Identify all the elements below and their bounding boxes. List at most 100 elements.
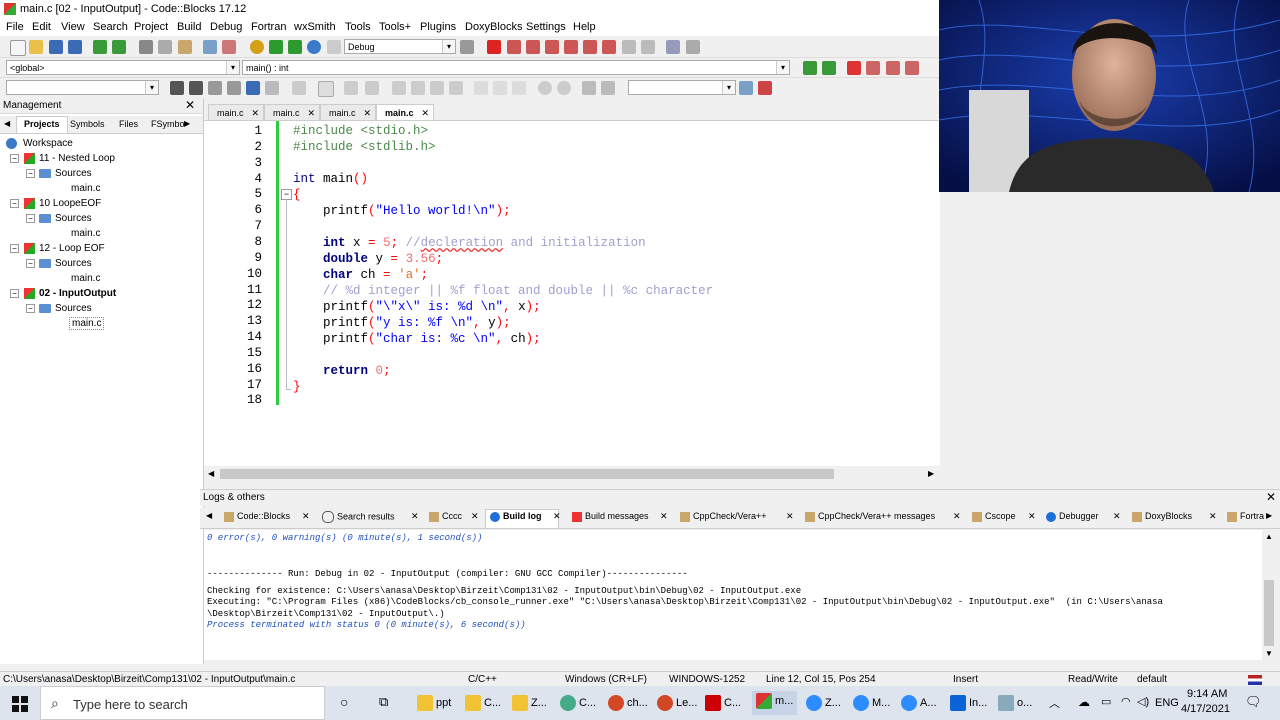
save-all-icon[interactable] — [68, 40, 82, 54]
arrow-left-icon[interactable] — [170, 81, 184, 95]
build-target-select[interactable]: Debug ▾ — [344, 39, 456, 54]
nassi-5-icon[interactable] — [474, 81, 488, 95]
tree-folder[interactable]: Sources — [55, 168, 92, 179]
close-icon[interactable]: ✕ — [185, 98, 195, 112]
tab-scroll-left-icon[interactable]: ◀ — [4, 119, 10, 128]
tree-collapse-icon[interactable]: − — [10, 199, 19, 208]
menu-doxyblocks[interactable]: DoxyBlocks — [465, 21, 522, 33]
close-icon[interactable]: ✕ — [953, 511, 961, 522]
editor-tab[interactable]: main.c ✕ — [208, 104, 264, 120]
taskbar-app[interactable]: o... — [998, 695, 1032, 711]
log-tab[interactable]: Build messages — [572, 511, 649, 522]
tree-project[interactable]: 10 LoopeEOF — [39, 198, 101, 209]
taskbar-app-explorer[interactable]: ppt — [417, 695, 451, 711]
debug-start-icon[interactable] — [487, 40, 501, 54]
language-indicator[interactable]: ENG — [1155, 697, 1179, 709]
close-icon[interactable]: ✕ — [786, 511, 794, 522]
tab-scroll-right-icon[interactable]: ▶ — [184, 119, 190, 128]
zoom-out-icon[interactable] — [557, 81, 571, 95]
cut-icon[interactable] — [139, 40, 153, 54]
build-gear-icon[interactable] — [250, 40, 264, 54]
abort-icon[interactable] — [327, 40, 341, 54]
log-tab[interactable]: CppCheck/Vera++ messages — [805, 511, 935, 522]
taskbar-app[interactable]: Z... — [512, 695, 547, 711]
log-tab[interactable]: Fortra — [1227, 511, 1264, 522]
replace-icon[interactable] — [222, 40, 236, 54]
next-instruction-icon[interactable] — [583, 40, 597, 54]
tree-file-selected[interactable]: main.c — [69, 317, 105, 330]
undo-icon[interactable] — [93, 40, 107, 54]
prev-bookmark-icon[interactable] — [866, 61, 880, 75]
tree-file[interactable]: main.c — [71, 273, 100, 284]
tab-fsymbols[interactable]: FSymbo — [151, 119, 185, 129]
clock-date[interactable]: 4/17/2021 — [1181, 703, 1230, 715]
next-line-icon[interactable] — [526, 40, 540, 54]
editor-tab[interactable]: main.c ✕ — [264, 104, 320, 120]
tree-collapse-icon[interactable]: − — [10, 244, 19, 253]
tree-collapse-icon[interactable]: − — [26, 259, 35, 268]
tree-collapse-icon[interactable]: − — [10, 289, 19, 298]
copy-icon[interactable] — [158, 40, 172, 54]
regex-icon[interactable] — [265, 81, 279, 95]
close-icon[interactable]: ✕ — [471, 511, 479, 522]
log-tab[interactable]: Cscope — [972, 511, 1016, 522]
various-info-icon[interactable] — [686, 40, 700, 54]
nassi-6-icon[interactable] — [493, 81, 507, 95]
close-icon[interactable]: ✕ — [363, 105, 371, 121]
nassi-2-icon[interactable] — [411, 81, 425, 95]
log-vertical-scrollbar[interactable]: ▲ ▼ — [1262, 530, 1276, 660]
taskbar-app-codeblocks-active[interactable]: m... — [752, 691, 798, 715]
pause-icon[interactable] — [622, 40, 636, 54]
zoom-in-icon[interactable] — [538, 81, 552, 95]
menu-view[interactable]: View — [61, 21, 85, 33]
taskbar-app-outlook[interactable]: In... — [950, 695, 987, 711]
nassi-1-icon[interactable] — [392, 81, 406, 95]
save-icon[interactable] — [49, 40, 63, 54]
close-icon[interactable]: ✕ — [251, 105, 259, 121]
stop-icon[interactable] — [641, 40, 655, 54]
battery-icon[interactable]: ▭ — [1101, 695, 1111, 708]
debug-windows-icon[interactable] — [666, 40, 680, 54]
scrollbar-thumb[interactable] — [220, 469, 834, 479]
close-icon[interactable]: ✕ — [1028, 511, 1036, 522]
taskbar-app-zoom[interactable]: M... — [853, 695, 890, 711]
tab-projects[interactable]: Projects — [24, 119, 60, 129]
nassi-4-icon[interactable] — [449, 81, 463, 95]
jump-forward-icon[interactable] — [822, 61, 836, 75]
redo-icon[interactable] — [112, 40, 126, 54]
match-case-icon[interactable] — [246, 81, 260, 95]
menu-file[interactable]: File — [6, 21, 24, 33]
editor-tab-active[interactable]: main.c ✕ — [376, 104, 434, 120]
find-prev-icon[interactable] — [208, 81, 222, 95]
nassi-7-icon[interactable] — [512, 81, 526, 95]
tree-project[interactable]: 12 - Loop EOF — [39, 243, 105, 254]
tab-scroll-left-icon[interactable]: ◀ — [206, 511, 212, 520]
s-icon[interactable] — [582, 81, 596, 95]
log-tab[interactable]: CppCheck/Vera++ — [680, 511, 767, 522]
menu-settings[interactable]: Settings — [526, 21, 566, 33]
tree-collapse-icon[interactable]: − — [26, 214, 35, 223]
close-icon[interactable]: ✕ — [553, 511, 561, 522]
windows-start-icon[interactable] — [12, 696, 28, 712]
tree-file[interactable]: main.c — [71, 183, 100, 194]
tree-collapse-icon[interactable]: − — [10, 154, 19, 163]
menu-fortran[interactable]: Fortran — [251, 21, 286, 33]
close-icon[interactable]: ✕ — [411, 511, 419, 522]
log-tab[interactable]: Search results — [322, 511, 395, 523]
build-log-output[interactable]: 0 error(s), 0 warning(s) (0 minute(s), 1… — [204, 530, 1264, 660]
build-and-run-icon[interactable] — [288, 40, 302, 54]
cortana-icon[interactable]: ○ — [340, 694, 348, 710]
close-icon[interactable]: ✕ — [1209, 511, 1217, 522]
jump-back-icon[interactable] — [803, 61, 817, 75]
scroll-left-icon[interactable]: ◀ — [208, 469, 214, 478]
task-view-icon[interactable]: ⧉ — [379, 694, 388, 710]
paste-icon[interactable] — [178, 40, 192, 54]
taskbar-app[interactable]: C... — [465, 695, 501, 711]
tree-project[interactable]: 11 - Nested Loop — [39, 153, 115, 164]
tree-folder[interactable]: Sources — [55, 213, 92, 224]
taskbar-app-zoom[interactable]: Z... — [806, 695, 841, 711]
menu-tools[interactable]: Tools — [345, 21, 371, 33]
find-symbol-icon[interactable] — [739, 81, 753, 95]
step-out-icon[interactable] — [564, 40, 578, 54]
close-icon[interactable]: ✕ — [302, 511, 310, 522]
